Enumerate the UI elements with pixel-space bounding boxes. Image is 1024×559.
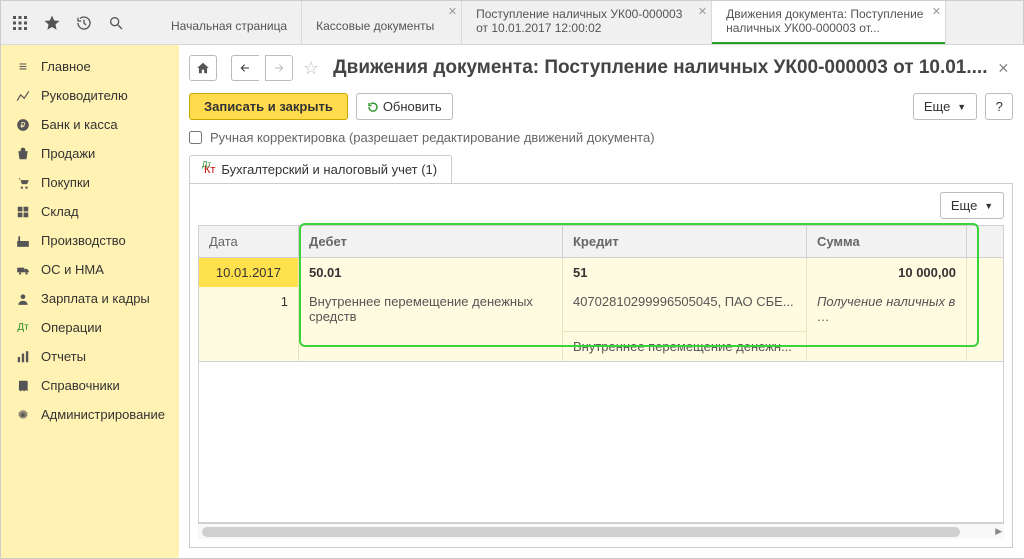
sidebar-item-label: Склад: [41, 204, 79, 219]
sidebar-item-label: Администрирование: [41, 407, 165, 422]
tab-accounting[interactable]: Кт Бухгалтерский и налоговый учет (1): [189, 155, 452, 183]
refresh-label: Обновить: [383, 99, 442, 114]
sidebar-item-label: Руководителю: [41, 88, 128, 103]
more-label: Еще: [951, 198, 977, 213]
page-title: Движения документа: Поступление наличных…: [333, 57, 987, 79]
bag-icon: [15, 147, 31, 161]
tab-label: Поступление наличных УК00-000003 от 10.0…: [476, 7, 682, 35]
star-icon[interactable]: [43, 14, 61, 32]
sidebar-item-purchases[interactable]: Покупки: [1, 168, 179, 197]
home-button[interactable]: [189, 55, 217, 81]
close-icon[interactable]: ✕: [932, 5, 941, 18]
sidebar-item-catalogs[interactable]: Справочники: [1, 371, 179, 400]
cell-credit-desc: 40702810299996505045, ПАО СБЕ...: [563, 287, 807, 331]
sidebar-item-label: Справочники: [41, 378, 120, 393]
sidebar-item-production[interactable]: Производство: [1, 226, 179, 255]
top-tab-home[interactable]: Начальная страница: [157, 1, 302, 44]
cell-sum-desc: Получение наличных в …: [807, 287, 967, 331]
chevron-down-icon: ▼: [984, 201, 993, 211]
table-row[interactable]: 1 Внутреннее перемещение денежных средст…: [199, 287, 1003, 331]
cell-row-number: 1: [199, 287, 299, 331]
col-header-credit[interactable]: Кредит: [563, 226, 807, 257]
more-button[interactable]: Еще ▼: [913, 93, 977, 120]
table-row[interactable]: 10.01.2017 50.01 51 10 000,00: [199, 258, 1003, 287]
tab-label: Кассовые документы: [316, 19, 434, 33]
sidebar-item-label: Операции: [41, 320, 102, 335]
cell-credit-account: 51: [563, 258, 807, 287]
cell-date: 10.01.2017: [199, 258, 299, 287]
dtkt-icon: Кт: [204, 164, 215, 176]
sidebar-item-label: Продажи: [41, 146, 95, 161]
sidebar-item-admin[interactable]: Администрирование: [1, 400, 179, 429]
scroll-right-icon[interactable]: ▶: [995, 526, 1002, 537]
apps-icon[interactable]: [11, 14, 29, 32]
sidebar-item-main[interactable]: ≡ Главное: [1, 51, 179, 81]
sidebar-item-label: Главное: [41, 59, 91, 74]
book-icon: [15, 379, 31, 393]
cell-sum: 10 000,00: [807, 258, 967, 287]
favorite-star-icon[interactable]: ☆: [299, 58, 323, 79]
tab-label: Движения документа: Поступление наличных…: [726, 7, 923, 35]
bars-icon: [15, 350, 31, 364]
sidebar-item-label: Зарплата и кадры: [41, 291, 150, 306]
col-header-debit[interactable]: Дебет: [299, 226, 563, 257]
sidebar-item-label: Отчеты: [41, 349, 86, 364]
ruble-icon: ₽: [15, 118, 31, 132]
chart-icon: [15, 89, 31, 103]
sidebar-item-assets[interactable]: ОС и НМА: [1, 255, 179, 284]
help-button[interactable]: ?: [985, 93, 1013, 120]
col-header-sum[interactable]: Сумма: [807, 226, 967, 257]
sidebar-item-label: ОС и НМА: [41, 262, 104, 277]
chevron-down-icon: ▼: [957, 102, 966, 112]
cell-debit-desc: Внутреннее перемещение денежных средств: [299, 287, 563, 331]
save-close-button[interactable]: Записать и закрыть: [189, 93, 348, 120]
cart-icon: [15, 176, 31, 190]
person-icon: [15, 292, 31, 306]
svg-text:₽: ₽: [20, 120, 25, 129]
top-tab-cash[interactable]: Кассовые документы ✕: [302, 1, 462, 44]
operations-icon: Дт: [15, 322, 31, 333]
sidebar-item-label: Банк и касса: [41, 117, 118, 132]
top-tab-movements[interactable]: Движения документа: Поступление наличных…: [712, 1, 946, 44]
grid-more-button[interactable]: Еще ▼: [940, 192, 1004, 219]
sidebar-item-hr[interactable]: Зарплата и кадры: [1, 284, 179, 313]
col-header-date[interactable]: Дата: [199, 226, 299, 257]
close-icon[interactable]: ✕: [993, 60, 1013, 77]
cell-credit-desc2: Внутреннее перемещение денежн...: [563, 331, 807, 361]
scrollbar-thumb[interactable]: [202, 527, 960, 537]
nav-sidebar: ≡ Главное Руководителю ₽ Банк и касса Пр…: [1, 45, 179, 558]
sidebar-item-operations[interactable]: Дт Операции: [1, 313, 179, 342]
sidebar-item-label: Производство: [41, 233, 126, 248]
tab-label: Бухгалтерский и налоговый учет (1): [221, 162, 437, 177]
movements-grid: Дата Дебет Кредит Сумма 10.01.2017 50.01…: [198, 225, 1004, 362]
history-icon[interactable]: [75, 14, 93, 32]
top-tab-receipt[interactable]: Поступление наличных УК00-000003 от 10.0…: [462, 1, 712, 44]
col-header-extra[interactable]: [967, 226, 1003, 257]
back-button[interactable]: [231, 55, 259, 81]
menu-icon: ≡: [15, 58, 31, 74]
sidebar-item-bank[interactable]: ₽ Банк и касса: [1, 110, 179, 139]
tab-label: Начальная страница: [171, 19, 287, 33]
horizontal-scrollbar[interactable]: ▶: [198, 523, 1004, 539]
sidebar-item-sales[interactable]: Продажи: [1, 139, 179, 168]
close-icon[interactable]: ✕: [448, 5, 457, 18]
sidebar-item-label: Покупки: [41, 175, 90, 190]
factory-icon: [15, 234, 31, 248]
cell-debit-account: 50.01: [299, 258, 563, 287]
forward-button[interactable]: [265, 55, 293, 81]
sidebar-item-reports[interactable]: Отчеты: [1, 342, 179, 371]
refresh-button[interactable]: Обновить: [356, 93, 453, 120]
boxes-icon: [15, 205, 31, 219]
sidebar-item-manager[interactable]: Руководителю: [1, 81, 179, 110]
table-row[interactable]: Внутреннее перемещение денежн...: [199, 331, 1003, 361]
sidebar-item-warehouse[interactable]: Склад: [1, 197, 179, 226]
gear-icon: [15, 408, 31, 422]
manual-edit-checkbox[interactable]: [189, 131, 202, 144]
manual-edit-label: Ручная корректировка (разрешает редактир…: [210, 130, 655, 145]
search-icon[interactable]: [107, 14, 125, 32]
close-icon[interactable]: ✕: [698, 5, 707, 18]
truck-icon: [15, 263, 31, 277]
more-label: Еще: [924, 99, 950, 114]
